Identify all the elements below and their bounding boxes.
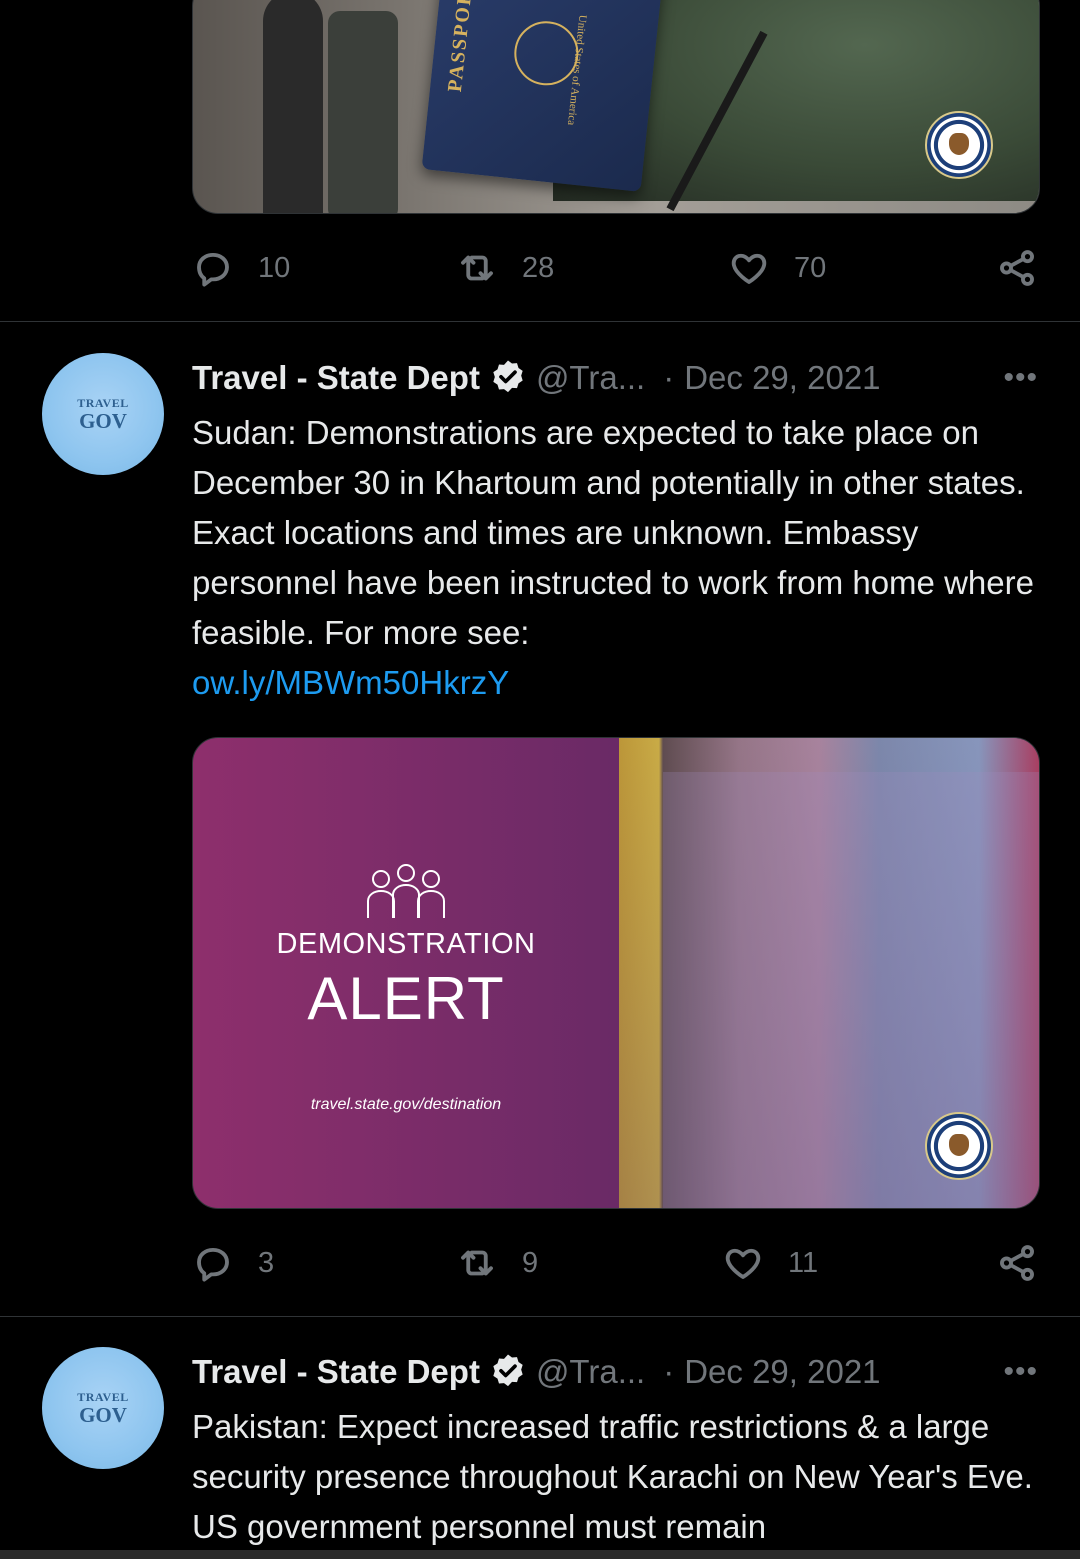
retweet-button[interactable]: 28 xyxy=(456,243,554,293)
avatar-line-2: GOV xyxy=(79,408,127,433)
separator-dot: · xyxy=(663,1353,675,1390)
passport-label: PASSPORT xyxy=(443,0,479,94)
retweet-count: 9 xyxy=(522,1246,539,1279)
tweet-date[interactable]: Dec 29, 2021 xyxy=(684,1353,880,1391)
tweet-link[interactable]: ow.ly/MBWm50HkrzY xyxy=(192,664,509,701)
avatar-line-1: TRAVEL xyxy=(77,1389,129,1404)
alert-title-line-1: DEMONSTRATION xyxy=(276,928,536,960)
tweet-3-text: Pakistan: Expect increased traffic restr… xyxy=(192,1402,1042,1552)
avatar[interactable]: TRAVEL GOV xyxy=(42,1347,164,1469)
tweet-1-media[interactable]: PASSPORT United States of America xyxy=(192,0,1040,214)
separator-dot: · xyxy=(663,359,675,396)
heart-icon xyxy=(731,253,767,284)
retweet-icon xyxy=(461,255,493,281)
heart-icon xyxy=(725,1248,761,1279)
author-handle[interactable]: @Tra... xyxy=(536,1353,645,1391)
reply-count: 3 xyxy=(258,1246,275,1279)
verified-badge-icon xyxy=(493,1354,523,1387)
luggage-handle xyxy=(263,0,323,213)
author-name[interactable]: Travel - State Dept xyxy=(192,1353,480,1391)
verified-badge-icon xyxy=(493,360,523,393)
tweet-body: Sudan: Demonstrations are expected to ta… xyxy=(192,414,1034,651)
like-button[interactable]: 70 xyxy=(728,243,826,293)
tweet-divider xyxy=(0,321,1080,322)
tweet-body: Pakistan: Expect increased traffic restr… xyxy=(192,1408,1033,1545)
share-button[interactable] xyxy=(996,243,1038,293)
tweet-date[interactable]: Dec 29, 2021 xyxy=(684,359,880,397)
reply-icon xyxy=(197,252,229,287)
passport: PASSPORT United States of America xyxy=(421,0,665,192)
retweet-button[interactable]: 9 xyxy=(456,1238,538,1288)
like-count: 11 xyxy=(788,1246,819,1279)
people-group-icon xyxy=(367,864,445,918)
like-count: 70 xyxy=(794,251,827,284)
alert-url: travel.state.gov/destination xyxy=(310,1096,502,1113)
reply-count: 10 xyxy=(258,251,291,284)
avatar-line-2: GOV xyxy=(79,1402,127,1427)
tweet-1-actions: 10 28 70 xyxy=(192,243,1038,293)
bottom-edge xyxy=(0,1550,1080,1559)
share-icon xyxy=(1000,1245,1034,1281)
reply-button[interactable]: 3 xyxy=(192,1238,274,1288)
more-options-button[interactable]: ••• xyxy=(1003,356,1038,400)
more-options-button[interactable]: ••• xyxy=(1003,1350,1038,1394)
avatar-line-1: TRAVEL xyxy=(77,395,129,410)
tweet-2-media[interactable]: DEMONSTRATION ALERT travel.state.gov/des… xyxy=(192,737,1040,1209)
tweet-3-header: Travel - State Dept @Tra... · Dec 29, 20… xyxy=(192,1350,1038,1394)
tweet-2-header: Travel - State Dept @Tra... · Dec 29, 20… xyxy=(192,356,1038,400)
alert-title-line-2: ALERT xyxy=(307,965,505,1032)
retweet-count: 28 xyxy=(522,251,555,284)
luggage-handle-grip xyxy=(328,11,398,213)
author-name[interactable]: Travel - State Dept xyxy=(192,359,480,397)
state-dept-seal-icon xyxy=(925,1112,993,1180)
tweet-2-text: Sudan: Demonstrations are expected to ta… xyxy=(192,408,1042,708)
avatar[interactable]: TRAVEL GOV xyxy=(42,353,164,475)
reply-button[interactable]: 10 xyxy=(192,243,290,293)
author-handle[interactable]: @Tra... xyxy=(536,359,645,397)
share-button[interactable] xyxy=(996,1238,1038,1288)
like-button[interactable]: 11 xyxy=(722,1238,818,1288)
state-dept-seal-icon xyxy=(925,111,993,179)
tweet-2-actions: 3 9 11 xyxy=(192,1238,1038,1288)
tweet-divider xyxy=(0,1316,1080,1317)
reply-icon xyxy=(197,1247,229,1282)
share-icon xyxy=(1000,250,1034,286)
retweet-icon xyxy=(461,1250,493,1276)
